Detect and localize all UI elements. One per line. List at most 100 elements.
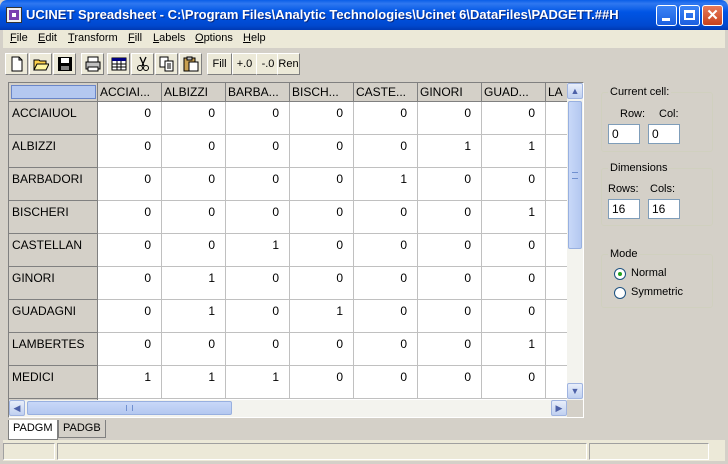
grid-cell[interactable]: 0: [98, 135, 162, 168]
grid-cell[interactable]: 0: [354, 267, 418, 300]
new-button[interactable]: [5, 53, 28, 75]
column-header[interactable]: BARBA...: [226, 83, 290, 102]
grid-cell[interactable]: 0: [98, 201, 162, 234]
grid-cell[interactable]: 0: [482, 234, 546, 267]
close-button[interactable]: ✕: [702, 5, 723, 26]
menu-labels[interactable]: Labels: [153, 32, 185, 44]
grid-cell[interactable]: 0: [354, 135, 418, 168]
row-header[interactable]: MEDICI: [9, 366, 98, 399]
grid-cell[interactable]: 1: [98, 366, 162, 399]
grid-cell[interactable]: 0: [354, 234, 418, 267]
grid-cell[interactable]: 0: [354, 333, 418, 366]
grid-cell[interactable]: 0: [290, 366, 354, 399]
rows-field[interactable]: 16: [608, 199, 640, 219]
column-header[interactable]: BISCH...: [290, 83, 354, 102]
grid-cell[interactable]: 0: [226, 333, 290, 366]
column-header[interactable]: GUAD...: [482, 83, 546, 102]
grid-cell[interactable]: [546, 102, 567, 135]
grid-cell[interactable]: 0: [226, 102, 290, 135]
grid-cell[interactable]: 1: [162, 267, 226, 300]
row-header[interactable]: GINORI: [9, 267, 98, 300]
grid-cell[interactable]: 0: [162, 201, 226, 234]
mode-normal-label[interactable]: Normal: [631, 267, 666, 279]
current-col-field[interactable]: 0: [648, 124, 680, 144]
grid-cell[interactable]: 1: [482, 333, 546, 366]
grid-cell[interactable]: 0: [226, 267, 290, 300]
grid-cell[interactable]: 0: [418, 234, 482, 267]
column-header[interactable]: LA: [546, 83, 567, 102]
grid-corner[interactable]: [9, 83, 98, 102]
grid-cell[interactable]: 0: [98, 168, 162, 201]
grid-cell[interactable]: 1: [418, 135, 482, 168]
sheet-tab-padgm[interactable]: PADGM: [8, 420, 58, 440]
scroll-left-button[interactable]: ◀: [9, 400, 25, 416]
grid-cell[interactable]: 0: [98, 234, 162, 267]
minimize-button[interactable]: [656, 5, 677, 26]
paste-button[interactable]: [179, 53, 202, 75]
grid-cell[interactable]: 0: [226, 135, 290, 168]
mode-symmetric-label[interactable]: Symmetric: [631, 286, 683, 298]
scroll-down-button[interactable]: ▼: [567, 383, 583, 399]
menu-fill[interactable]: Fill: [128, 32, 142, 44]
grid-cell[interactable]: 0: [290, 267, 354, 300]
grid-cell[interactable]: 0: [226, 300, 290, 333]
grid-cell[interactable]: 0: [290, 168, 354, 201]
grid-cell[interactable]: 1: [226, 234, 290, 267]
app-icon[interactable]: [6, 7, 22, 23]
row-header[interactable]: BISCHERI: [9, 201, 98, 234]
grid-cell[interactable]: 0: [418, 102, 482, 135]
grid-cell[interactable]: 0: [98, 300, 162, 333]
menu-file[interactable]: File: [10, 32, 28, 44]
grid-cell[interactable]: 1: [290, 300, 354, 333]
grid-cell[interactable]: 0: [418, 201, 482, 234]
scroll-right-button[interactable]: ▶: [551, 400, 567, 416]
grid-cell[interactable]: 0: [418, 333, 482, 366]
matrix-button[interactable]: [107, 53, 130, 75]
grid-cell[interactable]: 0: [354, 300, 418, 333]
add-decimal-button[interactable]: +.0: [232, 53, 257, 75]
maximize-button[interactable]: [679, 5, 700, 26]
grid-cell[interactable]: 0: [290, 102, 354, 135]
rename-button[interactable]: Ren: [277, 53, 300, 75]
row-header[interactable]: ALBIZZI: [9, 135, 98, 168]
menu-edit[interactable]: Edit: [38, 32, 57, 44]
vertical-scrollbar[interactable]: ▲ ▼: [567, 83, 583, 400]
menu-transform[interactable]: Transform: [68, 32, 118, 44]
horizontal-scroll-thumb[interactable]: [27, 401, 232, 415]
grid-cell[interactable]: 0: [418, 267, 482, 300]
fill-button[interactable]: Fill: [207, 53, 232, 75]
grid-cell[interactable]: 0: [226, 168, 290, 201]
grid-cell[interactable]: 0: [482, 102, 546, 135]
grid-cell[interactable]: 0: [354, 201, 418, 234]
grid-cell[interactable]: 0: [226, 201, 290, 234]
sheet-tab-padgb[interactable]: PADGB: [58, 420, 106, 438]
grid-cell[interactable]: 0: [354, 102, 418, 135]
menu-help[interactable]: Help: [243, 32, 266, 44]
open-button[interactable]: [29, 53, 52, 75]
scroll-up-button[interactable]: ▲: [567, 83, 583, 99]
grid-cell[interactable]: 0: [162, 234, 226, 267]
vertical-scroll-thumb[interactable]: [568, 101, 582, 249]
grid-cell[interactable]: 0: [98, 333, 162, 366]
row-header[interactable]: BARBADORI: [9, 168, 98, 201]
grid-cell[interactable]: 0: [418, 300, 482, 333]
grid-cell[interactable]: 1: [482, 201, 546, 234]
mode-normal-radio[interactable]: [614, 268, 626, 280]
current-row-field[interactable]: 0: [608, 124, 640, 144]
grid-cell[interactable]: [546, 300, 567, 333]
row-header[interactable]: CASTELLAN: [9, 234, 98, 267]
grid-cell[interactable]: [546, 201, 567, 234]
column-header[interactable]: ACCIAI...: [98, 83, 162, 102]
row-header[interactable]: ACCIAIUOL: [9, 102, 98, 135]
grid-cell[interactable]: 0: [98, 102, 162, 135]
grid-cell[interactable]: [546, 234, 567, 267]
grid-cell[interactable]: 0: [162, 333, 226, 366]
grid-cell[interactable]: [546, 366, 567, 399]
print-button[interactable]: [81, 53, 104, 75]
grid-cell[interactable]: [546, 333, 567, 366]
horizontal-scrollbar[interactable]: ◀ ▶: [9, 400, 567, 417]
grid-cell[interactable]: 0: [98, 267, 162, 300]
grid-cell[interactable]: 0: [290, 234, 354, 267]
grid-cell[interactable]: [546, 267, 567, 300]
grid-cell[interactable]: 0: [418, 168, 482, 201]
